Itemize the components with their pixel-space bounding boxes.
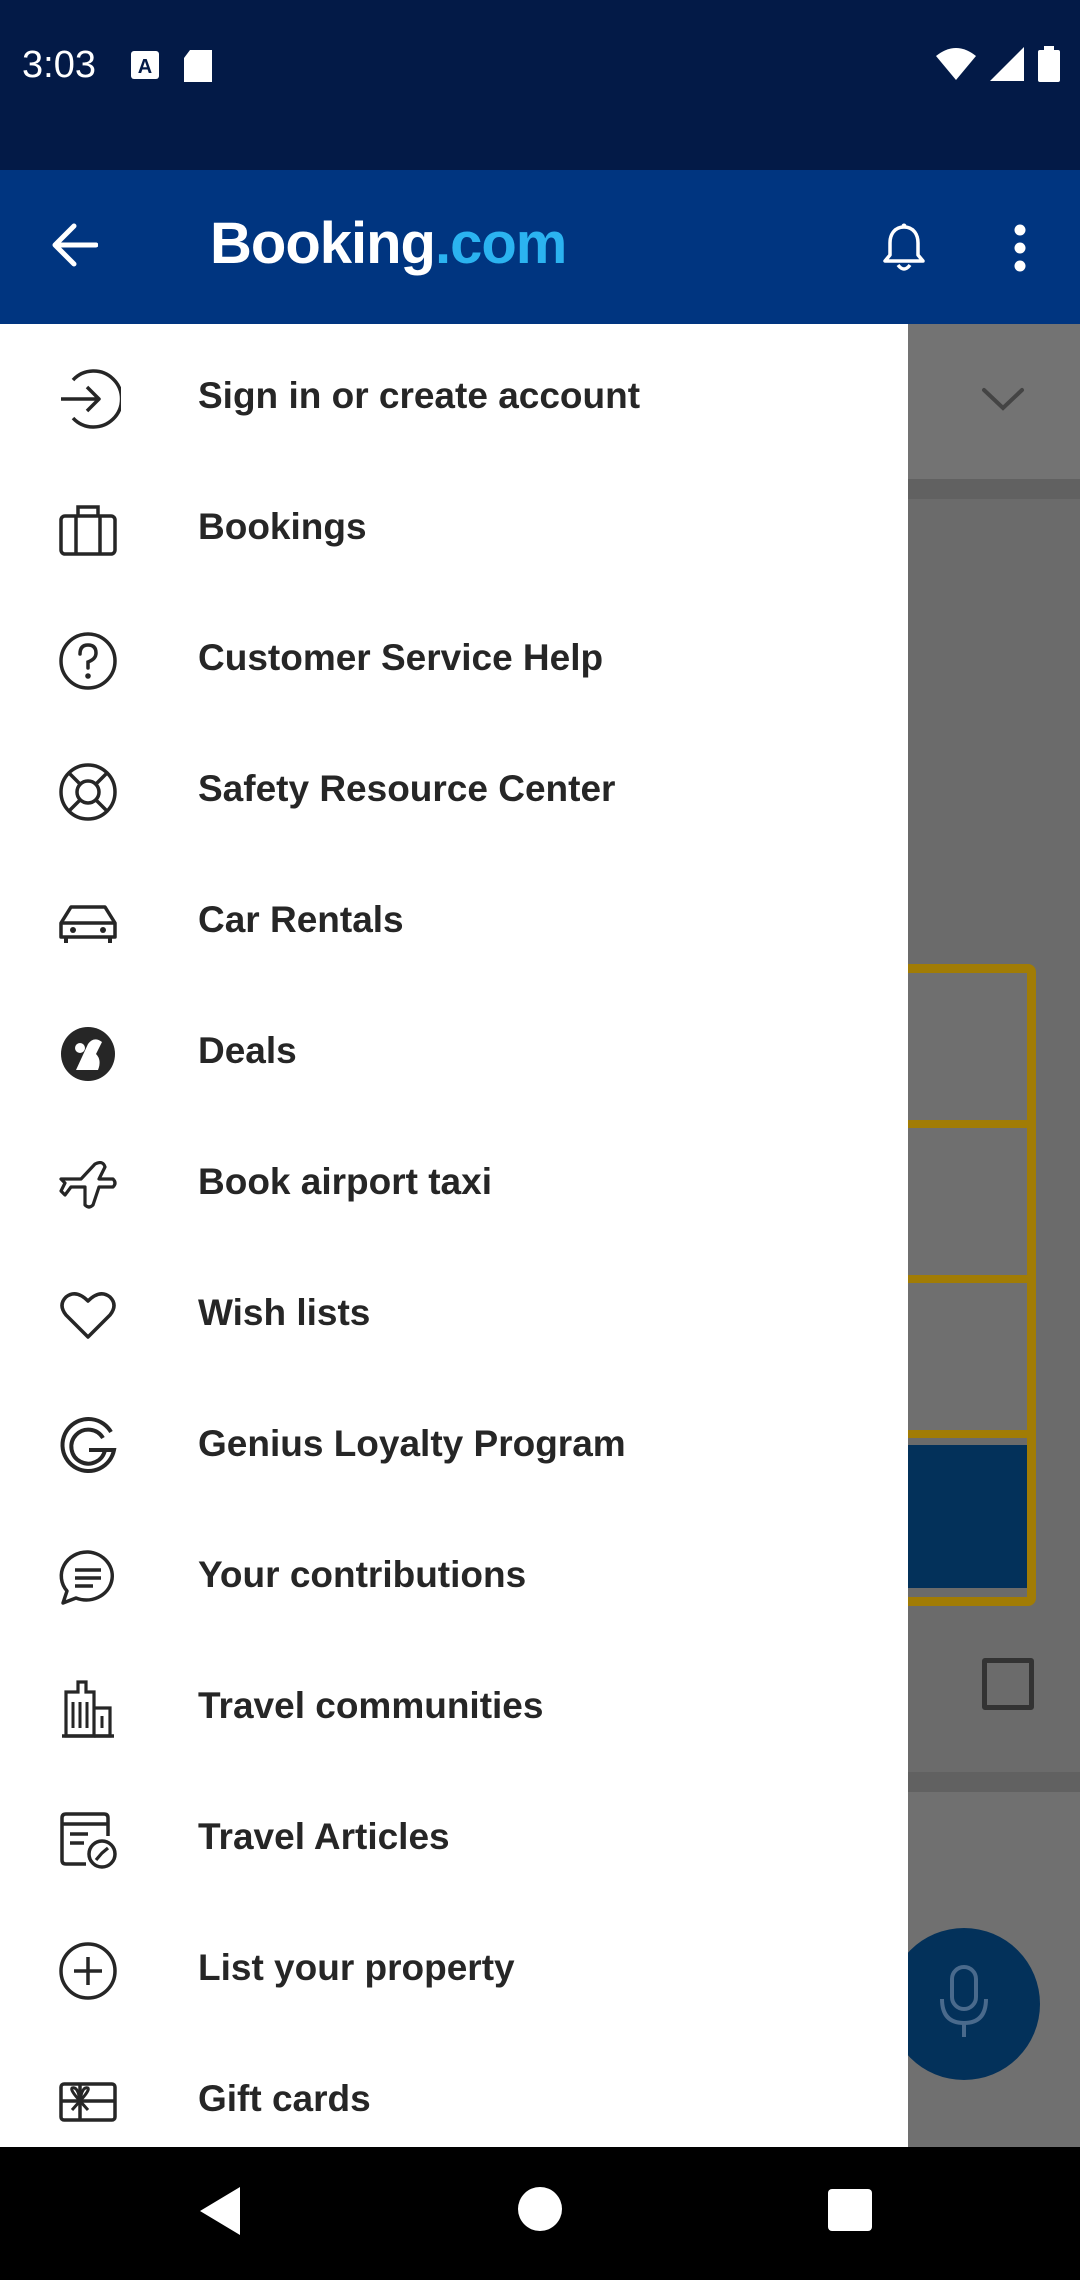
menu-item-label: Car Rentals xyxy=(198,899,404,940)
app-bar: Booking .com xyxy=(0,170,1080,324)
back-button[interactable] xyxy=(38,214,110,280)
menu-item-car-rentals[interactable]: Car Rentals xyxy=(0,856,908,987)
microphone-icon xyxy=(938,1964,990,2044)
background-search-button xyxy=(889,1445,1027,1588)
more-vert-icon xyxy=(1012,224,1028,277)
brand-suffix: .com xyxy=(434,211,567,276)
menu-item-label: Bookings xyxy=(198,506,367,547)
menu-item-label: Gift cards xyxy=(198,2078,371,2119)
nav-recents-icon[interactable] xyxy=(828,2189,872,2231)
menu-item-customer-service[interactable]: Customer Service Help xyxy=(0,594,908,725)
chat-bubble-icon xyxy=(54,1544,122,1612)
menu-item-travel-communities[interactable]: Travel communities xyxy=(0,1642,908,1773)
car-icon xyxy=(54,889,122,957)
chevron-down-icon xyxy=(980,386,1026,417)
sign-in-icon xyxy=(54,365,122,433)
question-circle-icon xyxy=(54,627,122,695)
deals-icon xyxy=(54,1020,122,1088)
menu-item-label: Your contributions xyxy=(198,1554,527,1595)
menu-item-label: Sign in or create account xyxy=(198,375,641,416)
menu-item-list-property[interactable]: List your property xyxy=(0,1904,908,2035)
plus-circle-icon xyxy=(54,1937,122,2005)
menu-item-label: Wish lists xyxy=(198,1292,371,1333)
nav-back-icon[interactable] xyxy=(196,2185,244,2242)
sd-card-icon xyxy=(184,50,212,87)
background-search-field xyxy=(889,1283,1027,1438)
back-arrow-icon xyxy=(50,223,99,272)
wifi-icon xyxy=(936,48,976,85)
briefcase-icon xyxy=(54,496,122,564)
status-bar: 3:03 A xyxy=(0,0,1080,170)
bell-icon xyxy=(882,223,926,278)
status-left-icons: A xyxy=(130,50,212,87)
menu-item-airport-taxi[interactable]: Book airport taxi xyxy=(0,1118,908,1249)
menu-item-label: Deals xyxy=(198,1030,297,1071)
notifications-button[interactable] xyxy=(868,214,940,286)
menu-item-wish-lists[interactable]: Wish lists xyxy=(0,1249,908,1380)
menu-item-label: Travel Articles xyxy=(198,1816,450,1857)
navigation-drawer: Sign in or create account Bookings Custo… xyxy=(0,324,908,2147)
more-options-button[interactable] xyxy=(984,214,1056,286)
menu-item-label: Customer Service Help xyxy=(198,637,604,678)
system-navigation-bar xyxy=(0,2147,1080,2280)
menu-item-label: Book airport taxi xyxy=(198,1161,492,1202)
menu-item-sign-in[interactable]: Sign in or create account xyxy=(0,332,908,463)
gift-card-icon xyxy=(54,2068,122,2136)
battery-icon xyxy=(1038,46,1060,87)
signal-icon xyxy=(990,47,1024,86)
genius-g-icon xyxy=(54,1413,122,1481)
menu-item-contributions[interactable]: Your contributions xyxy=(0,1511,908,1642)
lifebuoy-icon xyxy=(54,758,122,826)
menu-item-label: Travel communities xyxy=(198,1685,544,1726)
background-checkbox xyxy=(982,1658,1034,1710)
city-building-icon xyxy=(54,1675,122,1743)
status-time: 3:03 xyxy=(22,44,96,86)
menu-item-deals[interactable]: Deals xyxy=(0,987,908,1118)
background-search-field xyxy=(889,1128,1027,1283)
menu-item-label: Safety Resource Center xyxy=(198,768,616,809)
svg-text:A: A xyxy=(138,56,152,78)
background-search-field xyxy=(889,973,1027,1128)
status-right-icons xyxy=(936,46,1060,87)
menu-item-travel-articles[interactable]: Travel Articles xyxy=(0,1773,908,1904)
heart-icon xyxy=(54,1282,122,1350)
menu-item-genius-loyalty[interactable]: Genius Loyalty Program xyxy=(0,1380,908,1511)
nav-home-icon[interactable] xyxy=(518,2187,562,2231)
menu-item-bookings[interactable]: Bookings xyxy=(0,463,908,594)
booking-logo: Booking .com xyxy=(210,210,567,280)
voice-search-button[interactable] xyxy=(888,1928,1040,2080)
menu-item-safety-center[interactable]: Safety Resource Center xyxy=(0,725,908,856)
article-icon xyxy=(54,1806,122,1874)
font-icon: A xyxy=(130,50,160,87)
menu-item-label: List your property xyxy=(198,1947,515,1988)
airplane-icon xyxy=(54,1151,122,1219)
brand-name: Booking xyxy=(210,211,436,276)
menu-item-label: Genius Loyalty Program xyxy=(198,1423,626,1464)
